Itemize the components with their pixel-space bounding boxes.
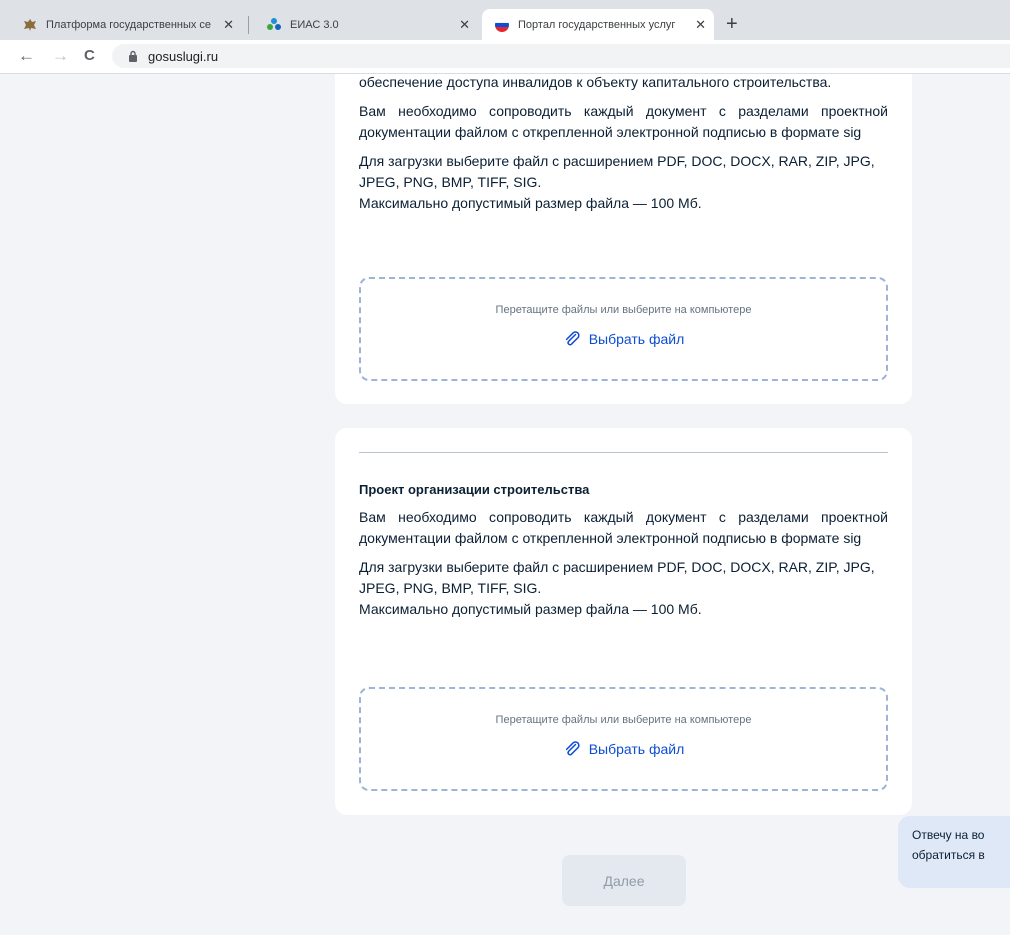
address-bar: ← → C gosuslugi.ru bbox=[0, 40, 1010, 74]
paperclip-icon bbox=[565, 741, 580, 756]
page-viewport: обеспечение доступа инвалидов к объекту … bbox=[0, 74, 1010, 935]
size-note: Максимально допустимый размер файла — 10… bbox=[359, 195, 702, 211]
file-dropzone[interactable]: Перетащите файлы или выберите на компьют… bbox=[359, 687, 888, 791]
close-tab-icon[interactable]: ✕ bbox=[223, 17, 234, 33]
tab-eias[interactable]: ЕИАС 3.0 ✕ bbox=[254, 9, 478, 40]
lock-icon bbox=[126, 49, 140, 63]
russian-flag-icon bbox=[494, 17, 510, 33]
next-button[interactable]: Далее bbox=[562, 855, 686, 906]
choose-file-button[interactable]: Выбрать файл bbox=[563, 740, 685, 758]
tab-gosuslugi[interactable]: Портал государственных услуг ✕ bbox=[482, 9, 714, 40]
tab-title: ЕИАС 3.0 bbox=[290, 18, 339, 31]
signature-note: Вам необходимо сопроводить каждый докуме… bbox=[359, 509, 888, 546]
url-field[interactable]: gosuslugi.ru bbox=[112, 44, 1010, 68]
section-title: Проект организации строительства bbox=[359, 482, 590, 497]
file-dropzone[interactable]: Перетащите файлы или выберите на компьют… bbox=[359, 277, 888, 381]
forward-arrow-icon[interactable]: → bbox=[52, 46, 69, 66]
reload-icon[interactable]: C bbox=[84, 46, 95, 66]
chat-line: Отвечу на во bbox=[912, 828, 985, 842]
tab-title: Портал государственных услуг bbox=[518, 18, 676, 31]
choose-file-label: Выбрать файл bbox=[588, 331, 685, 347]
url-text: gosuslugi.ru bbox=[148, 48, 219, 64]
emblem-icon bbox=[22, 17, 38, 33]
back-arrow-icon[interactable]: ← bbox=[18, 46, 35, 66]
dropzone-hint: Перетащите файлы или выберите на компьют… bbox=[495, 304, 752, 316]
dropzone-hint: Перетащите файлы или выберите на компьют… bbox=[495, 714, 752, 726]
formats-note: Для загрузки выберите файл с расширением… bbox=[359, 559, 875, 596]
choose-file-button[interactable]: Выбрать файл bbox=[563, 330, 685, 348]
new-tab-button[interactable]: + bbox=[726, 14, 738, 34]
chat-line: обратиться в bbox=[912, 848, 985, 862]
signature-note: Вам необходимо сопроводить каждый докуме… bbox=[359, 103, 888, 140]
choose-file-label: Выбрать файл bbox=[588, 741, 685, 757]
close-tab-icon[interactable]: ✕ bbox=[695, 17, 706, 33]
section-description: обеспечение доступа инвалидов к объекту … bbox=[359, 74, 832, 90]
document-section-card: Проект организации строительства Вам нео… bbox=[335, 428, 912, 815]
tab-separator bbox=[248, 16, 249, 34]
tab-title: Платформа государственных се bbox=[46, 18, 212, 31]
paperclip-icon bbox=[565, 331, 580, 346]
size-note: Максимально допустимый размер файла — 10… bbox=[359, 601, 702, 617]
eias-logo-icon bbox=[266, 17, 282, 33]
formats-note: Для загрузки выберите файл с расширением… bbox=[359, 153, 875, 190]
browser-tab-strip: Платформа государственных се ✕ ЕИАС 3.0 … bbox=[0, 0, 1010, 40]
tab-platform[interactable]: Платформа государственных се ✕ bbox=[10, 9, 242, 40]
chat-assistant-bubble[interactable]: Отвечу на во обратиться в bbox=[898, 816, 1010, 888]
close-tab-icon[interactable]: ✕ bbox=[459, 17, 470, 33]
document-section-card: обеспечение доступа инвалидов к объекту … bbox=[335, 74, 912, 404]
section-divider bbox=[359, 452, 888, 453]
